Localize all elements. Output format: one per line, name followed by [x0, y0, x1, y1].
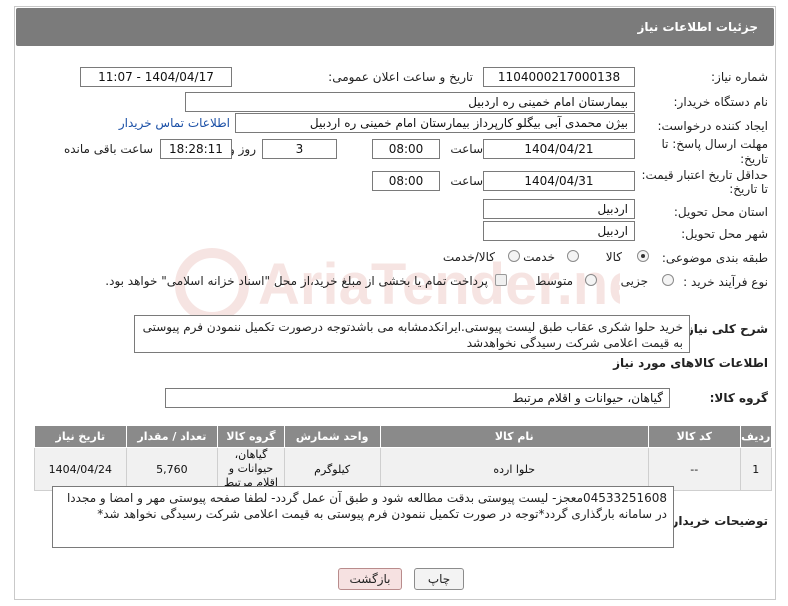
col-header-quantity: تعداد / مقدار [125, 425, 219, 448]
buyer-notes-label: توضیحات خریدار: [666, 514, 768, 528]
price-validity-label: حداقل تاریخ اعتبار قیمت: [641, 168, 768, 182]
city-label: شهر محل تحویل: [681, 227, 768, 241]
col-header-group: گروه کالا [217, 425, 285, 448]
page-title: جزئیات اطلاعات نیاز [637, 20, 758, 34]
need-number-field[interactable]: 1104000217000138 [483, 67, 635, 87]
treasury-checkbox[interactable] [495, 274, 507, 286]
category-radio-goods[interactable] [637, 250, 649, 262]
remaining-time-field[interactable]: 18:28:11 [160, 139, 232, 159]
deadline-time-field[interactable]: 08:00 [372, 139, 440, 159]
buyer-org-label: نام دستگاه خریدار: [673, 95, 769, 109]
days-remaining-field[interactable]: 3 [262, 139, 337, 159]
deadline-date-field[interactable]: 1404/04/21 [483, 139, 635, 159]
remaining-time-label: ساعت باقی مانده [63, 142, 153, 156]
col-header-row-number: ردیف [739, 425, 773, 448]
print-button[interactable]: چاپ [414, 568, 464, 590]
page-header: جزئیات اطلاعات نیاز [16, 8, 774, 46]
cell-group: گیاهان، حیوانات و اقلام مرتبط [217, 447, 285, 491]
province-field[interactable]: اردبیل [483, 199, 635, 219]
city-field[interactable]: اردبیل [483, 221, 635, 241]
announce-label: تاریخ و ساعت اعلان عمومی: [328, 70, 473, 84]
cell-quantity: 5,760 [125, 447, 219, 491]
cell-row-number: 1 [739, 447, 773, 491]
price-date-field[interactable]: 1404/04/31 [483, 171, 635, 191]
process-option-medium: متوسط [535, 274, 573, 288]
cell-date: 1404/04/24 [34, 447, 127, 491]
category-option-service: خدمت [523, 250, 555, 264]
creator-field[interactable]: بیژن محمدی آبی بیگلو کارپرداز بیمارستان … [235, 113, 635, 133]
goods-table: ردیف کد کالا نام کالا واحد شمارش گروه کا… [34, 425, 773, 491]
price-validity-label-date: تا تاریخ: [729, 182, 768, 196]
deadline-label: مهلت ارسال پاسخ: تا [661, 137, 768, 151]
need-number-label: شماره نیاز: [711, 70, 768, 84]
goods-group-label: گروه کالا: [709, 391, 768, 405]
category-label: طبقه بندی موضوعی: [661, 251, 768, 265]
province-label: استان محل تحویل: [673, 205, 768, 219]
cell-code: -- [648, 447, 741, 491]
process-radio-minor[interactable] [662, 274, 674, 286]
price-time-label: ساعت [450, 174, 483, 188]
creator-label: ایجاد کننده درخواست: [657, 119, 768, 133]
process-radio-medium[interactable] [585, 274, 597, 286]
table-row[interactable]: 1 -- حلوا ارده کیلوگرم گیاهان، حیوانات و… [34, 447, 773, 491]
buyer-notes-textarea[interactable]: 04533251608معجز- لیست پیوستی بدقت مطالعه… [52, 486, 674, 548]
col-header-code: کد کالا [648, 425, 741, 448]
deadline-label-date: تاریخ: [740, 152, 768, 166]
category-radio-service[interactable] [567, 250, 579, 262]
goods-section-title: اطلاعات کالاهای مورد نیاز [613, 356, 768, 370]
table-header-row: ردیف کد کالا نام کالا واحد شمارش گروه کا… [34, 425, 773, 448]
announce-field[interactable]: 1404/04/17 - 11:07 [80, 67, 232, 87]
days-label: روز و [229, 142, 256, 156]
category-option-goods-service: کالا/خدمت [442, 250, 495, 264]
back-button[interactable]: بازگشت [338, 568, 402, 590]
col-header-date: تاریخ نیاز [34, 425, 127, 448]
cell-unit: کیلوگرم [283, 447, 381, 491]
cell-name: حلوا ارده [379, 447, 650, 491]
description-textarea[interactable]: خرید حلوا شکری عقاب طبق لیست پیوستی.ایرا… [134, 315, 690, 353]
buyer-contact-link[interactable]: اطلاعات تماس خریدار [119, 116, 230, 130]
price-time-field[interactable]: 08:00 [372, 171, 440, 191]
buyer-org-field[interactable]: بیمارستان امام خمینی ره اردبیل [185, 92, 635, 112]
process-option-minor: جزیی [620, 274, 648, 288]
process-label: نوع فرآیند خرید : [683, 275, 768, 289]
deadline-time-label: ساعت [450, 142, 483, 156]
col-header-unit: واحد شمارش [283, 425, 381, 448]
col-header-name: نام کالا [379, 425, 650, 448]
goods-group-field[interactable]: گیاهان، حیوانات و اقلام مرتبط [165, 388, 670, 408]
description-label: شرح کلی نیاز: [682, 322, 768, 336]
category-radio-goods-service[interactable] [508, 250, 520, 262]
treasury-note: پرداخت تمام یا بخشی از مبلغ خرید،از محل … [105, 274, 488, 288]
category-option-goods: کالا [605, 250, 622, 264]
